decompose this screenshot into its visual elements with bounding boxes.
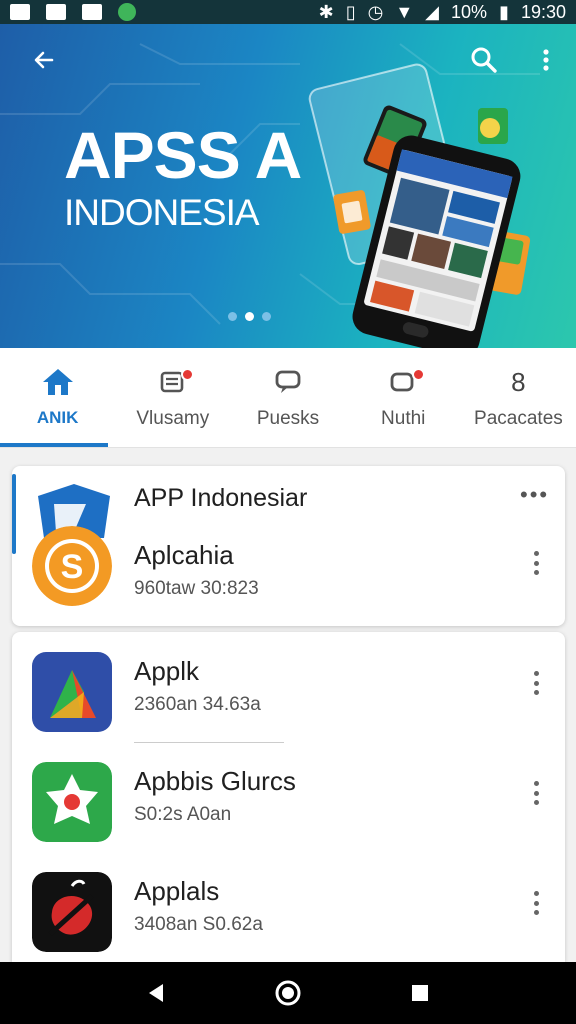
app-list-item[interactable]: Applals 3408an S0.62a <box>12 864 565 954</box>
section-title: APP Indonesiar <box>134 484 308 512</box>
carousel-dot-active[interactable] <box>245 312 254 321</box>
category-tabs: ANIK Vlusamy Puesks Nuthi 8 Pacacates <box>0 348 576 448</box>
bluetooth-icon: ✱ <box>318 1 334 22</box>
app-meta: 3408an S0.62a <box>134 914 263 935</box>
app-name: Aplcahia <box>134 540 234 570</box>
tab-label: Pacacates <box>474 408 563 429</box>
app-list-card: Applk 2360an 34.63a Apbbis Glurcs S0:2s … <box>12 632 565 962</box>
s-logo-icon: S <box>32 526 112 606</box>
mail-icon <box>46 4 66 20</box>
tab-label: Vlusamy <box>136 408 210 429</box>
more-vertical-icon <box>543 49 549 71</box>
app-menu-button[interactable] <box>524 668 548 698</box>
app-menu-button[interactable] <box>524 888 548 918</box>
tab-number: 8 <box>511 366 526 397</box>
nav-recents-button[interactable] <box>400 973 440 1013</box>
list-divider <box>134 742 284 743</box>
active-tab-indicator <box>0 443 108 447</box>
app-name: Applk <box>134 656 200 686</box>
system-navigation-bar <box>0 962 576 1024</box>
tab-vlusamy[interactable]: Vlusamy <box>115 348 230 447</box>
tab-nuthi[interactable]: Nuthi <box>346 348 461 447</box>
nav-home-button[interactable] <box>268 973 308 1013</box>
svg-text:S: S <box>61 548 84 586</box>
arrow-logo-icon <box>32 652 112 732</box>
message-icon <box>389 366 426 398</box>
search-icon <box>471 47 497 73</box>
overflow-menu-button[interactable] <box>526 40 566 80</box>
alarm-icon: ◷ <box>367 1 384 22</box>
vibrate-icon: ▯ <box>345 1 356 22</box>
app-meta: 960taw 30:823 <box>134 578 259 599</box>
app-list-item[interactable]: Applk 2360an 34.63a <box>12 644 565 734</box>
notification-badge <box>180 368 194 381</box>
triangle-back-icon <box>149 984 163 1002</box>
section-more-button[interactable]: ••• <box>520 482 549 508</box>
back-button[interactable] <box>24 40 64 80</box>
app-notification-icon <box>118 3 136 21</box>
search-button[interactable] <box>464 40 504 80</box>
home-icon <box>41 366 75 398</box>
carousel-indicator <box>228 312 271 321</box>
arrow-left-icon <box>34 51 54 69</box>
tab-label: Nuthi <box>381 408 426 429</box>
tab-home[interactable]: ANIK <box>0 348 115 447</box>
featured-apps-card: APP Indonesiar ••• S Aplcahia 960taw 30:… <box>12 466 565 626</box>
number-icon: 8 <box>511 366 525 398</box>
app-menu-button[interactable] <box>524 778 548 808</box>
clock: 19:30 <box>520 1 566 22</box>
star-logo-icon <box>32 762 112 842</box>
notification-icon <box>82 4 102 20</box>
signal-icon: ◢ <box>425 1 440 22</box>
hero-banner[interactable]: APSS A INDONESIA <box>0 24 576 348</box>
pepper-logo-icon <box>32 872 112 952</box>
battery-level: 10% <box>451 1 488 22</box>
app-meta: S0:2s A0an <box>134 804 232 825</box>
square-recents-icon <box>412 985 428 1001</box>
app-name: Apbbis Glurcs <box>134 766 296 796</box>
app-meta: 2360an 34.63a <box>134 694 261 715</box>
tab-pacacates[interactable]: 8 Pacacates <box>461 348 576 447</box>
gmail-icon <box>10 4 30 20</box>
tab-label: Puesks <box>256 408 320 429</box>
circle-home-icon <box>275 980 301 1006</box>
carousel-dot[interactable] <box>228 312 237 321</box>
app-list-item[interactable]: Apbbis Glurcs S0:2s A0an <box>12 754 565 844</box>
tab-label: ANIK <box>36 408 79 427</box>
app-name: Applals <box>134 876 220 906</box>
chat-icon <box>274 366 302 398</box>
nav-back-button[interactable] <box>136 973 176 1013</box>
tab-puesks[interactable]: Puesks <box>230 348 345 447</box>
app-list-item[interactable]: S Aplcahia 960taw 30:823 <box>12 526 565 616</box>
app-page: ✱ ▯ ◷ ▼ ◢ 10% ▮ 19:30 APSS A INDONESIA A… <box>0 0 576 1024</box>
status-bar: ✱ ▯ ◷ ▼ ◢ 10% ▮ 19:30 <box>0 0 576 24</box>
notification-badge <box>412 368 426 381</box>
battery-icon: ▮ <box>499 1 509 22</box>
app-menu-button[interactable] <box>524 548 548 578</box>
wifi-icon: ▼ <box>395 1 414 22</box>
document-icon <box>160 366 194 398</box>
carousel-dot[interactable] <box>262 312 271 321</box>
